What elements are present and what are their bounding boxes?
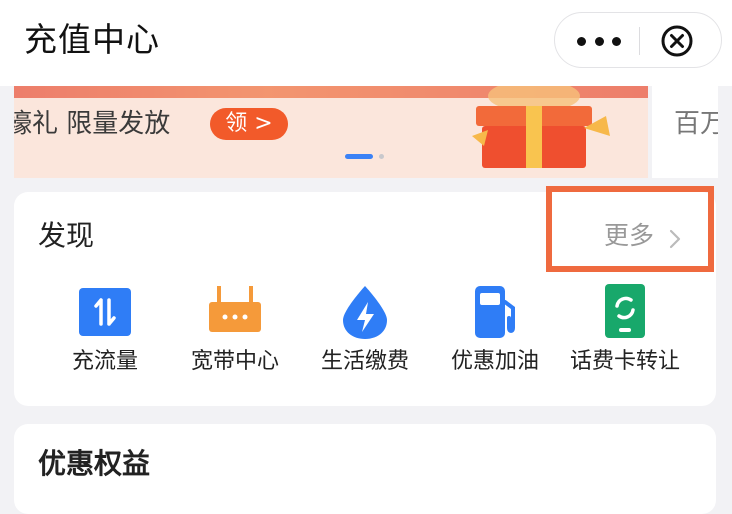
service-label: 充流量 [71,349,138,374]
service-utility-payment[interactable]: 生活缴费 [300,284,430,384]
service-broadband[interactable]: 宽带中心 [170,284,300,384]
phone-card-icon [605,284,645,338]
gift-box-icon [472,86,610,168]
promo-banner-next[interactable]: 百万 [652,86,718,178]
menu-capsule [554,12,722,68]
capsule-divider [639,27,640,55]
service-label: 宽带中心 [190,349,279,374]
benefits-card: 优惠权益 [14,424,716,514]
top-bar: 充值中心 [0,0,732,86]
service-phone-card-transfer[interactable]: 话费卡转让 [560,284,690,384]
page-title: 充值中心 [24,20,160,59]
promo-banner[interactable]: 壕礼 限量发放 领 > [14,86,648,178]
more-highlight-box [546,186,714,272]
service-recharge-data[interactable]: 充流量 [40,284,170,384]
service-label: 生活缴费 [320,349,409,374]
service-fuel-discount[interactable]: 优惠加油 [430,284,560,384]
fuel-pump-icon [475,286,515,338]
discover-title: 发现 [38,219,95,252]
data-transfer-icon [79,288,131,336]
lightning-drop-icon [343,286,387,339]
service-label: 优惠加油 [450,349,539,374]
router-icon [209,286,261,332]
banner-text: 壕礼 限量发放 [14,109,171,139]
benefits-title: 优惠权益 [38,447,151,480]
claim-button[interactable]: 领 > [210,108,288,140]
more-options-icon[interactable] [577,31,621,51]
banner-next-text: 百万 [674,109,718,139]
close-icon[interactable] [659,23,695,59]
carousel-indicator [345,154,395,160]
service-label: 话费卡转让 [569,349,680,374]
